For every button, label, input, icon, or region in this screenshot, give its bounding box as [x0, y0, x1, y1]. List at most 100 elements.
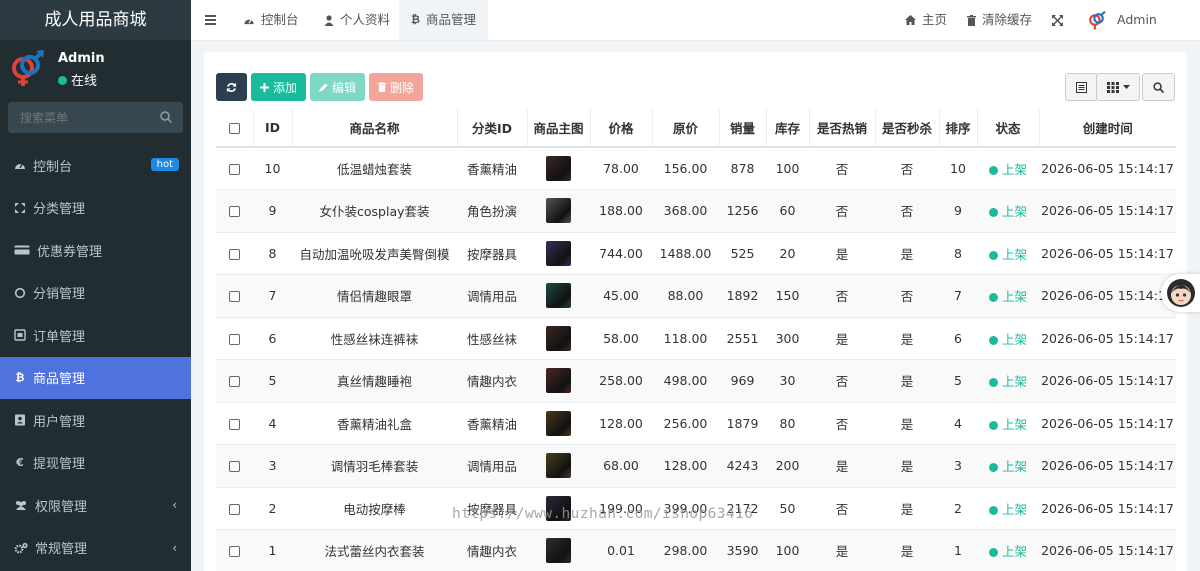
column-header[interactable]: 原价	[651, 109, 719, 148]
sidebar-item-withdraw[interactable]: € 提现管理	[0, 442, 191, 485]
user-status: 在线	[58, 70, 97, 89]
table-row[interactable]: 3 调情羽毛棒套装 调情用品 68.00 128.00 4243 200 是是 3 上架 2026-…	[216, 444, 1176, 488]
search-button[interactable]	[1142, 73, 1175, 101]
column-header[interactable]: ID	[252, 109, 292, 148]
status-badge[interactable]: 上架	[988, 459, 1027, 474]
product-thumbnail[interactable]	[546, 538, 571, 564]
sidebar-item-users[interactable]: 用户管理	[0, 399, 191, 442]
status-badge[interactable]: 上架	[988, 332, 1027, 347]
column-header[interactable]: 商品名称	[291, 109, 457, 148]
select-all-checkbox[interactable]	[228, 123, 240, 134]
columns-dropdown-button[interactable]	[1096, 73, 1140, 101]
status-badge[interactable]: 上架	[988, 162, 1027, 177]
sidebar-item-category[interactable]: 分类管理	[0, 187, 191, 230]
status-badge[interactable]: 上架	[988, 374, 1027, 389]
tab-dashboard[interactable]: 控制台	[231, 0, 311, 40]
table-row[interactable]: 7 情侣情趣眼罩 调情用品 45.00 88.00 1892 150 否否 7 上架 2026-06…	[216, 274, 1176, 318]
column-header[interactable]: 是否秒杀	[874, 109, 939, 148]
admin-menu[interactable]: Admin	[1087, 0, 1157, 40]
clear-cache-button[interactable]: 清除缓存	[967, 0, 1032, 40]
row-checkbox[interactable]	[229, 503, 240, 515]
tab-products[interactable]: ₿ 商品管理	[399, 0, 488, 40]
status-badge[interactable]: 上架	[988, 204, 1027, 219]
tab-profile[interactable]: 个人资料	[312, 0, 402, 40]
row-checkbox[interactable]	[229, 418, 240, 430]
table-row[interactable]: 8 自动加温吮吸发声美臀倒模 按摩器具 744.00 1488.00 525 20 是是 8 上架…	[216, 232, 1176, 275]
sidebar-item-permissions[interactable]: 权限管理 ‹	[0, 484, 191, 527]
product-thumbnail[interactable]	[546, 240, 571, 266]
status-cell: 上架	[977, 232, 1039, 275]
edit-button[interactable]: 编辑	[310, 73, 365, 101]
row-select-cell[interactable]	[216, 189, 253, 233]
row-checkbox[interactable]	[229, 248, 240, 260]
row-checkbox[interactable]	[229, 291, 240, 303]
row-checkbox[interactable]	[229, 333, 240, 345]
sidebar-item-general[interactable]: 常规管理 ‹	[0, 527, 191, 570]
row-select-cell[interactable]	[216, 317, 253, 360]
table-row[interactable]: 6 性感丝袜连裤袜 性感丝袜 58.00 118.00 2551 300 是是 6 上架 2026-…	[216, 317, 1176, 360]
name-cell: 调情羽毛棒套装	[292, 444, 457, 488]
row-checkbox[interactable]	[229, 546, 240, 558]
row-checkbox[interactable]	[229, 164, 240, 175]
refresh-button[interactable]	[216, 73, 247, 101]
sidebar-toggle-button[interactable]	[205, 0, 222, 40]
id-cell: 2	[253, 487, 292, 530]
row-select-cell[interactable]	[216, 529, 253, 571]
column-header[interactable]: 排序	[938, 109, 977, 148]
product-thumbnail[interactable]	[546, 156, 571, 181]
select-all-cell[interactable]	[216, 109, 253, 148]
column-header[interactable]: 状态	[976, 109, 1039, 148]
add-button[interactable]: 添加	[251, 73, 306, 101]
row-select-cell[interactable]	[216, 487, 253, 530]
row-checkbox[interactable]	[229, 376, 240, 388]
row-select-cell[interactable]	[216, 359, 253, 403]
column-header[interactable]: 价格	[589, 109, 652, 148]
status-badge[interactable]: 上架	[988, 289, 1027, 304]
row-select-cell[interactable]	[216, 232, 253, 275]
product-thumbnail[interactable]	[546, 198, 571, 224]
menu-search-input[interactable]	[8, 102, 148, 133]
row-select-cell[interactable]	[216, 444, 253, 488]
row-checkbox[interactable]	[229, 461, 240, 473]
delete-button[interactable]: 删除	[369, 73, 423, 101]
table-row[interactable]: 5 真丝情趣睡袍 情趣内衣 258.00 498.00 969 30 否是 5 上架 2026-06…	[216, 359, 1176, 403]
status-badge[interactable]: 上架	[988, 544, 1027, 559]
product-thumbnail[interactable]	[546, 283, 571, 309]
row-select-cell[interactable]	[216, 274, 253, 318]
row-select-cell[interactable]	[216, 402, 253, 445]
product-thumbnail[interactable]	[546, 410, 571, 436]
column-header[interactable]: 创建时间	[1038, 109, 1176, 148]
table-row[interactable]: 9 女仆装cosplay套装 角色扮演 188.00 368.00 1256 60 否否 9 上架…	[216, 189, 1176, 233]
product-thumbnail[interactable]	[546, 368, 571, 394]
sidebar-item-products[interactable]: ₿ 商品管理	[0, 356, 191, 399]
column-header[interactable]: 销量	[718, 109, 766, 148]
sidebar-item-coupon[interactable]: 优惠券管理	[0, 229, 191, 272]
column-header[interactable]: 商品主图	[526, 109, 590, 148]
row-checkbox[interactable]	[229, 206, 240, 218]
row-select-cell[interactable]	[216, 147, 253, 190]
app-title[interactable]: 成人用品商城	[0, 0, 191, 40]
product-thumbnail[interactable]	[546, 325, 571, 351]
product-thumbnail[interactable]	[546, 453, 571, 479]
column-header[interactable]: 是否热销	[808, 109, 875, 148]
sort-cell: 7	[939, 274, 977, 318]
tab-label: 个人资料	[340, 12, 391, 27]
home-link[interactable]: 主页	[905, 0, 947, 40]
chat-assistant-button[interactable]	[1161, 274, 1200, 312]
id-cell: 6	[253, 317, 292, 360]
table-row[interactable]: 1 法式蕾丝内衣套装 情趣内衣 0.01 298.00 3590 100 是是 1 上架 2026-…	[216, 529, 1176, 571]
search-icon[interactable]	[160, 111, 172, 123]
status-badge[interactable]: 上架	[988, 247, 1027, 262]
sidebar-item-distribution[interactable]: 分销管理	[0, 272, 191, 315]
table-row[interactable]: 10 低温蜡烛套装 香薰精油 78.00 156.00 878 100 否否 10 上架 2026-…	[216, 147, 1176, 190]
status-badge[interactable]: 上架	[988, 417, 1027, 432]
table-row[interactable]: 4 香薰精油礼盒 香薰精油 128.00 256.00 1879 80 否是 4 上架 2026-0…	[216, 402, 1176, 445]
fullscreen-button[interactable]	[1052, 0, 1069, 40]
column-header[interactable]: 库存	[765, 109, 809, 148]
toggle-view-button[interactable]	[1065, 73, 1097, 101]
sidebar-item-orders[interactable]: 订单管理	[0, 314, 191, 357]
status-badge[interactable]: 上架	[988, 502, 1027, 517]
grid-icon	[1106, 81, 1119, 93]
sidebar-item-dashboard[interactable]: 控制台 hot	[0, 144, 191, 187]
column-header[interactable]: 分类ID	[456, 109, 527, 148]
